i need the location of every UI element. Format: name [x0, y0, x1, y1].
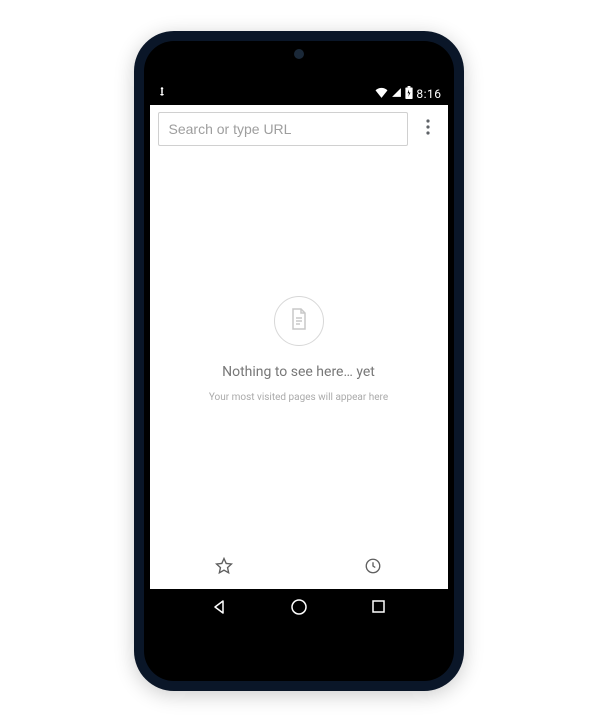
status-bar: 8:16	[150, 83, 448, 105]
back-button[interactable]	[211, 599, 227, 619]
history-tab[interactable]	[299, 557, 448, 579]
url-input[interactable]	[169, 121, 397, 137]
wifi-icon	[375, 87, 388, 101]
status-left	[156, 86, 168, 101]
battery-charging-icon	[405, 86, 413, 102]
bottom-tab-bar	[150, 547, 448, 589]
cell-signal-icon	[391, 87, 402, 101]
empty-state-icon-circle	[274, 296, 324, 346]
star-icon	[215, 557, 233, 579]
phone-frame: 8:16	[134, 31, 464, 691]
status-right: 8:16	[375, 86, 441, 102]
back-triangle-icon	[211, 599, 227, 619]
empty-state-subtitle: Your most visited pages will appear here	[209, 392, 388, 403]
empty-state-title: Nothing to see here… yet	[222, 364, 375, 380]
recents-button[interactable]	[371, 599, 386, 618]
phone-speaker	[294, 49, 304, 59]
url-bar[interactable]	[158, 112, 408, 146]
more-vert-icon	[426, 119, 430, 139]
status-time: 8:16	[416, 87, 441, 101]
phone-inner: 8:16	[144, 41, 454, 681]
android-nav-bar	[150, 589, 448, 629]
document-icon	[290, 308, 308, 334]
notification-icon	[156, 86, 168, 101]
overflow-menu-button[interactable]	[416, 112, 440, 146]
clock-icon	[364, 557, 382, 579]
browser-toolbar	[150, 105, 448, 153]
bookmarks-tab[interactable]	[150, 557, 299, 579]
ntp-content: Nothing to see here… yet Your most visit…	[150, 153, 448, 547]
recents-square-icon	[371, 599, 386, 618]
screen: 8:16	[150, 83, 448, 629]
home-circle-icon	[290, 598, 308, 620]
home-button[interactable]	[290, 598, 308, 620]
